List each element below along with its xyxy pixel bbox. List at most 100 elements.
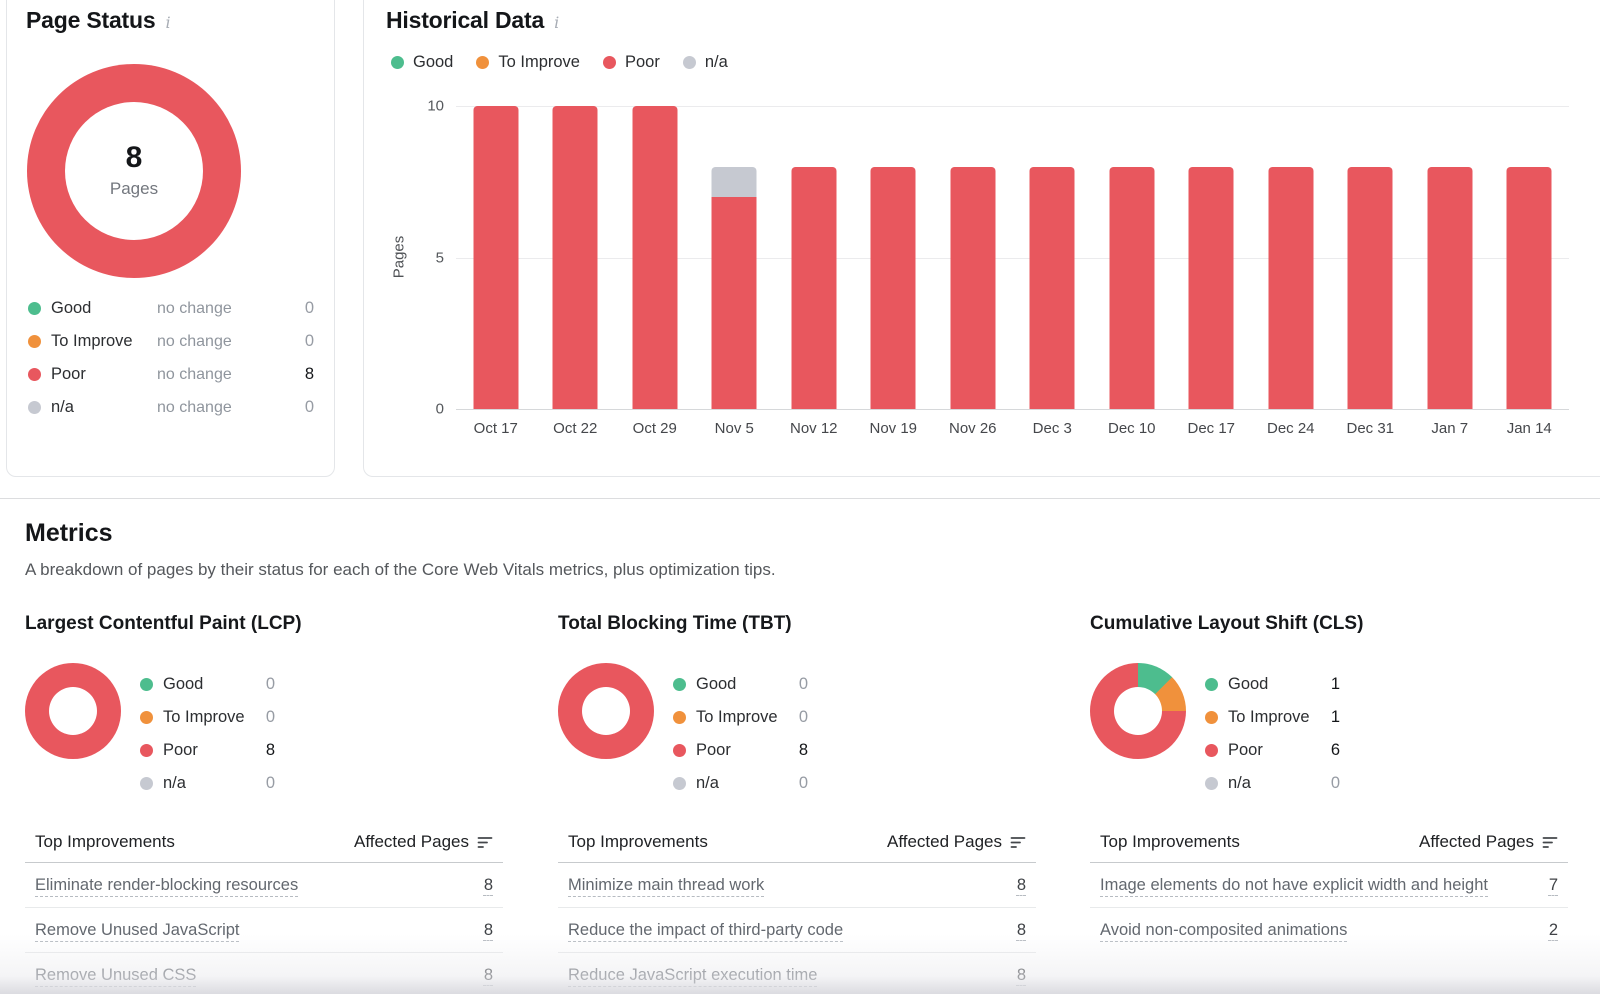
legend-label: To Improve <box>498 53 580 72</box>
legend-change: no change <box>157 366 305 384</box>
x-axis-label: Jan 14 <box>1490 420 1570 437</box>
status-legend-row: n/ano change0 <box>28 391 314 424</box>
affected-pages-column-header[interactable]: Affected Pages <box>354 832 493 852</box>
bar-segment-poor <box>553 106 598 409</box>
status-legend-row: To Improveno change0 <box>28 325 314 358</box>
historical-bar-chart <box>456 106 1569 410</box>
legend-value: 8 <box>305 365 314 384</box>
improvements-rows: Image elements do not have explicit widt… <box>1090 863 1568 952</box>
bar-segment-na <box>712 167 757 197</box>
improvement-link[interactable]: Reduce the impact of third-party code <box>568 921 843 940</box>
affected-pages-value[interactable]: 8 <box>484 876 493 895</box>
donut-center <box>1114 687 1162 735</box>
legend-value: 0 <box>266 675 275 694</box>
historical-data-card: Historical Data i GoodTo ImprovePoorn/a … <box>363 0 1600 477</box>
improvement-link[interactable]: Remove Unused CSS <box>35 966 196 985</box>
improvements-table-header: Top Improvements Affected Pages <box>25 822 503 863</box>
metric-legend-row: Poor8 <box>140 734 275 767</box>
legend-value: 0 <box>266 708 275 727</box>
metrics-section: Metrics A breakdown of pages by their st… <box>0 498 1600 994</box>
improvement-link[interactable]: Reduce JavaScript execution time <box>568 966 817 985</box>
page-status-card: Page Status i 8 Pages Goodno change0To I… <box>6 0 335 477</box>
improvements-table-header: Top Improvements Affected Pages <box>1090 822 1568 863</box>
improvement-row: Remove Unused CSS 8 <box>25 953 503 994</box>
info-icon[interactable]: i <box>554 13 559 32</box>
affected-pages-value[interactable]: 8 <box>484 966 493 985</box>
affected-pages-value[interactable]: 8 <box>1017 966 1026 985</box>
improvements-rows: Minimize main thread work8Reduce the imp… <box>558 863 1036 994</box>
pages-count: 8 <box>126 143 143 173</box>
metric-legend-row: To Improve0 <box>140 701 275 734</box>
improvement-link[interactable]: Avoid non-composited animations <box>1100 921 1347 940</box>
poor-dot <box>673 744 686 757</box>
affected-pages-value[interactable]: 8 <box>484 921 493 940</box>
affected-pages-value[interactable]: 8 <box>1017 876 1026 895</box>
improvements-table: Top Improvements Affected Pages Eliminat… <box>25 822 503 994</box>
improvement-link[interactable]: Image elements do not have explicit widt… <box>1100 876 1488 895</box>
bar-segment-poor <box>871 167 916 409</box>
improvement-row: Reduce the impact of third-party code 8 <box>558 908 1036 953</box>
legend-label: n/a <box>51 398 157 417</box>
improvement-link[interactable]: Minimize main thread work <box>568 876 764 895</box>
improvement-link[interactable]: Eliminate render-blocking resources <box>35 876 298 895</box>
poor-dot <box>140 744 153 757</box>
x-axis-label: Dec 24 <box>1251 420 1331 437</box>
bar-segment-poor <box>950 167 995 409</box>
improvement-link[interactable]: Remove Unused JavaScript <box>35 921 240 940</box>
metric-legend-row: To Improve0 <box>673 701 808 734</box>
y-axis-tick: 0 <box>436 401 444 418</box>
bar-dec-24 <box>1251 106 1331 409</box>
legend-label: Good <box>51 299 157 318</box>
legend-label: n/a <box>163 774 266 793</box>
sort-icon[interactable] <box>1010 836 1026 849</box>
legend-value: 0 <box>305 398 314 417</box>
chart-legend-item: Poor <box>603 53 660 72</box>
x-axis-label: Nov 5 <box>695 420 775 437</box>
page-status-header: Page Status i <box>26 7 171 34</box>
improvements-table: Top Improvements Affected Pages Minimize… <box>558 822 1036 994</box>
legend-value: 0 <box>1331 774 1340 793</box>
x-axis-label: Nov 12 <box>774 420 854 437</box>
x-axis-label: Dec 31 <box>1331 420 1411 437</box>
to_improve-dot <box>476 56 489 69</box>
bar-dec-10 <box>1092 106 1172 409</box>
page-status-title: Page Status <box>26 7 155 34</box>
info-icon[interactable]: i <box>165 13 170 32</box>
metric-card-header: Largest Contentful Paint (LCP) <box>25 613 312 635</box>
poor-dot <box>28 368 41 381</box>
affected-pages-value[interactable]: 7 <box>1549 876 1558 895</box>
improvement-row: Reduce JavaScript execution time 8 <box>558 953 1036 994</box>
y-axis-title: Pages <box>391 236 408 279</box>
donut-center <box>49 687 97 735</box>
chart-legend-item: Good <box>391 53 453 72</box>
improvements-rows: Eliminate render-blocking resources8Remo… <box>25 863 503 994</box>
bar-jan-7 <box>1410 106 1490 409</box>
x-axis-label: Dec 3 <box>1013 420 1093 437</box>
na-dot <box>140 777 153 790</box>
legend-value: 0 <box>305 299 314 318</box>
to_improve-dot <box>140 711 153 724</box>
legend-label: n/a <box>1228 774 1331 793</box>
metric-card-header: Total Blocking Time (TBT) <box>558 613 802 635</box>
metric-card-header: Cumulative Layout Shift (CLS) <box>1090 613 1373 635</box>
page-status-legend: Goodno change0To Improveno change0Poorno… <box>28 292 314 424</box>
improvement-row: Remove Unused JavaScript 8 <box>25 908 503 953</box>
affected-pages-value[interactable]: 2 <box>1549 921 1558 940</box>
metric-title: Cumulative Layout Shift (CLS) <box>1090 613 1363 635</box>
affected-pages-column-header[interactable]: Affected Pages <box>887 832 1026 852</box>
metric-legend: Good0To Improve0Poor8n/a0 <box>140 668 275 800</box>
sort-icon[interactable] <box>477 836 493 849</box>
affected-pages-label: Affected Pages <box>1419 832 1534 852</box>
affected-pages-column-header[interactable]: Affected Pages <box>1419 832 1558 852</box>
legend-label: Poor <box>696 741 799 760</box>
status-legend-row: Goodno change0 <box>28 292 314 325</box>
metric-legend-row: n/a0 <box>1205 767 1340 800</box>
affected-pages-value[interactable]: 8 <box>1017 921 1026 940</box>
bar-oct-17 <box>456 106 536 409</box>
bar-nov-12 <box>774 106 854 409</box>
bar-nov-5 <box>695 106 775 409</box>
donut-center: 8 Pages <box>65 102 203 240</box>
sort-icon[interactable] <box>1542 836 1558 849</box>
bar-dec-3 <box>1013 106 1093 409</box>
legend-label: Poor <box>625 53 660 72</box>
